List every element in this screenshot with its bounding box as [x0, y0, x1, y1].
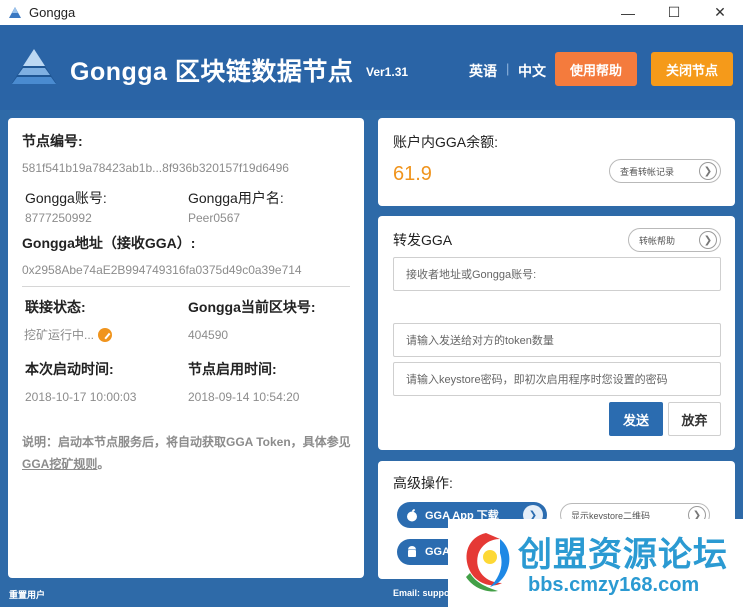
- window-title: Gongga: [29, 5, 76, 20]
- forum-url: bbs.cmzy168.com: [528, 574, 700, 596]
- gongga-pyramid-logo-icon: [12, 49, 56, 84]
- amount-input[interactable]: 请输入发送给对方的token数量: [393, 323, 721, 357]
- chevron-right-icon: ❯: [699, 231, 717, 249]
- view-transfer-history-label: 查看转帐记录: [620, 166, 675, 177]
- window-titlebar: Gongga — ☐ ✕: [0, 0, 743, 25]
- mining-note-end: 。: [97, 457, 110, 471]
- app-brand-title: Gongga 区块链数据节点: [70, 58, 354, 86]
- minimize-button[interactable]: —: [605, 0, 651, 25]
- reset-user-link[interactable]: 重置用户: [9, 588, 45, 601]
- forum-name: 创盟资源论坛: [518, 536, 728, 574]
- forum-watermark: 创盟资源论坛 bbs.cmzy168.com: [448, 519, 743, 607]
- enable-time-value: 2018-09-14 10:54:20: [188, 390, 300, 404]
- mining-status: 挖矿运行中...: [24, 326, 113, 343]
- balance-panel: 账户内GGA余额: 61.9 查看转帐记录 ❯: [378, 118, 735, 206]
- mining-check-icon: [98, 327, 113, 342]
- lang-chinese-link[interactable]: 中文: [518, 61, 546, 81]
- version-label: Ver1.31: [366, 65, 409, 79]
- mining-note-text: 说明：启动本节点服务后，将自动获取GGA Token，具体参见: [22, 435, 351, 449]
- chevron-right-icon: ❯: [699, 162, 717, 180]
- transfer-help-label: 转帐帮助: [639, 235, 676, 246]
- start-time-value: 2018-10-17 10:00:03: [25, 390, 137, 404]
- window-controls: — ☐ ✕: [605, 0, 743, 25]
- current-block-label: Gongga当前区块号:: [188, 299, 316, 315]
- mining-rules-link[interactable]: GGA挖矿规则: [22, 457, 97, 471]
- apple-icon: [407, 509, 417, 522]
- section-divider: [22, 286, 350, 287]
- advanced-title: 高级操作:: [393, 475, 453, 491]
- balance-label: 账户内GGA余额:: [393, 134, 499, 150]
- usage-help-button[interactable]: 使用帮助: [555, 52, 637, 86]
- account-label: Gongga账号:: [25, 190, 107, 206]
- node-info-panel: 节点编号: 581f541b19a78423ab1b...8f936b32015…: [8, 118, 364, 578]
- forum-logo-icon: [466, 533, 510, 592]
- lang-english-link[interactable]: 英语: [469, 61, 497, 81]
- recipient-input[interactable]: 接收者地址或Gongga账号:: [393, 257, 721, 291]
- android-app-download-label: GGA: [425, 546, 451, 558]
- maximize-button[interactable]: ☐: [651, 0, 697, 25]
- app-header: Gongga 区块链数据节点 Ver1.31 英语 | 中文 使用帮助 关闭节点: [0, 25, 743, 110]
- send-button[interactable]: 发送: [609, 402, 663, 436]
- username-label: Gongga用户名:: [188, 190, 284, 206]
- app-logo-icon: [9, 6, 21, 18]
- support-email: Email: suppo: [393, 588, 450, 598]
- enable-time-label: 节点启用时间:: [188, 361, 277, 377]
- transfer-title: 转发GGA: [393, 232, 453, 248]
- android-icon: [408, 546, 416, 557]
- transfer-panel: 转发GGA 转帐帮助 ❯ 接收者地址或Gongga账号: 请输入发送给对方的to…: [378, 216, 735, 450]
- node-id-label: 节点编号:: [22, 133, 83, 149]
- address-value: 0x2958Abe74aE2B994749316fa0375d49c0a39e7…: [22, 263, 302, 277]
- lang-separator: |: [506, 61, 510, 76]
- cancel-button[interactable]: 放弃: [668, 402, 721, 436]
- username-value: Peer0567: [188, 211, 241, 225]
- address-label: Gongga地址（接收GGA）:: [22, 235, 196, 251]
- account-value: 8777250992: [25, 211, 92, 225]
- mining-status-text: 挖矿运行中...: [24, 328, 95, 342]
- mining-note: 说明：启动本节点服务后，将自动获取GGA Token，具体参见 GGA挖矿规则。: [22, 431, 352, 475]
- close-window-button[interactable]: ✕: [697, 0, 743, 25]
- node-id-value: 581f541b19a78423ab1b...8f936b320157f19d6…: [22, 161, 289, 175]
- transfer-help-button[interactable]: 转帐帮助 ❯: [628, 228, 721, 252]
- start-time-label: 本次启动时间:: [25, 361, 114, 377]
- keystore-password-input[interactable]: 请输入keystore密码，即初次启用程序时您设置的密码: [393, 362, 721, 396]
- close-node-button[interactable]: 关闭节点: [651, 52, 733, 86]
- current-block-value: 404590: [188, 328, 229, 342]
- view-transfer-history-button[interactable]: 查看转帐记录 ❯: [609, 159, 721, 183]
- balance-value: 61.9: [393, 163, 432, 185]
- connection-status-label: 联接状态:: [25, 299, 86, 315]
